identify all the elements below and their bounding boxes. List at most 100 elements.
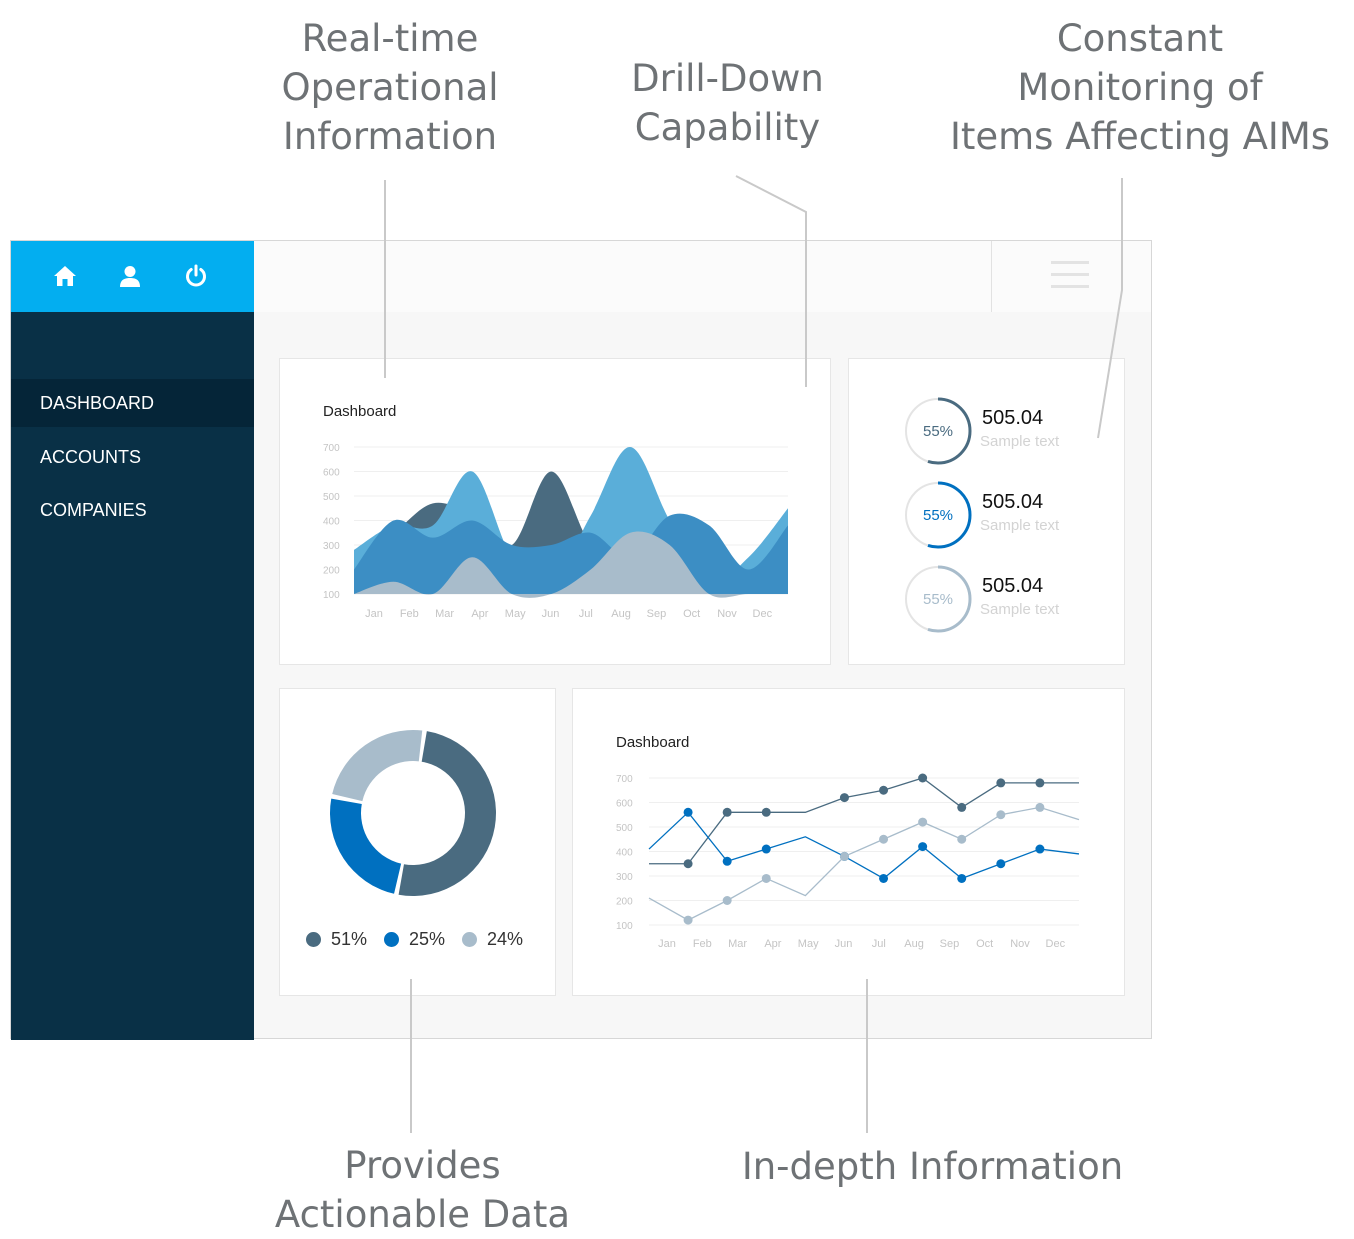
line-chart[interactable]: 700 600 500 400 300 200 100 Jan Feb Mar Apr May Jun J… [573,689,1124,995]
line-series[interactable] [648,811,1080,880]
stat-value: 505.04 [982,407,1044,429]
legend-label: 51% [331,929,368,949]
data-point[interactable] [879,834,889,844]
data-point[interactable] [918,842,928,852]
data-point[interactable] [996,810,1006,820]
data-point[interactable] [761,807,771,817]
legend-dot [306,932,321,947]
x-tick-label: Aug [611,608,631,620]
y-tick-label: 400 [616,848,633,859]
donut-chart-card: 51% 25% 24% [279,688,556,996]
stat-label: Sample text [980,433,1060,450]
data-point[interactable] [683,859,693,869]
y-tick-label: 200 [616,897,633,908]
data-point[interactable] [761,844,771,854]
x-tick-label: Nov [1010,938,1030,950]
data-point[interactable] [918,773,928,783]
sidebar-item-companies[interactable]: COMPANIES [11,486,254,534]
y-tick-label: 700 [616,774,633,785]
y-tick-label: 300 [616,872,633,883]
line-chart-card: Dashboard 700 600 500 400 300 200 100 Jan Feb Mar… [572,688,1125,996]
data-point[interactable] [722,856,732,866]
data-point[interactable] [918,817,928,827]
x-tick-label: Dec [753,608,773,620]
data-point[interactable] [879,873,889,883]
data-point[interactable] [683,807,693,817]
stat-label: Sample text [980,517,1060,534]
x-tick-label: Dec [1046,938,1066,950]
data-point[interactable] [996,859,1006,869]
data-point[interactable] [839,851,849,861]
legend-label: 24% [487,929,524,949]
callout-realtime: Real-time Operational Information [281,17,499,158]
x-tick-label: May [505,608,526,620]
stat-row: 55% 505.04 Sample text [849,395,1124,465]
x-tick-label: Oct [683,608,700,620]
hamburger-menu-icon[interactable] [1051,261,1091,291]
y-tick-label: 100 [323,590,340,601]
data-point[interactable] [879,785,889,795]
data-point[interactable] [996,778,1006,788]
x-tick-label: May [798,938,819,950]
data-point[interactable] [1035,844,1045,854]
x-tick-label: Sep [940,938,960,950]
data-point[interactable] [683,915,693,925]
callout-monitoring: Constant Monitoring of Items Affecting A… [949,17,1331,158]
x-tick-label: Feb [693,938,712,950]
legend-dot [462,932,477,947]
x-tick-label: Jun [835,938,853,950]
sidebar-header [11,241,254,312]
data-point[interactable] [722,807,732,817]
legend-item: 51% [306,929,367,950]
y-tick-label: 200 [323,566,340,577]
sidebar-item-dashboard[interactable]: DASHBOARD [11,379,254,427]
line-series[interactable] [649,777,1079,865]
line-series[interactable] [648,806,1080,921]
donut-chart[interactable] [280,689,555,919]
legend-label: 25% [409,929,446,949]
progress-percent: 55% [923,591,953,608]
donut-slice[interactable] [330,798,402,894]
home-icon[interactable] [51,262,79,290]
data-point[interactable] [957,873,967,883]
data-point[interactable] [1035,778,1045,788]
legend-item: 25% [384,929,445,950]
stats-card: 55% 505.04 Sample text 55% 505.04 Sample text… [848,358,1125,665]
y-tick-label: 300 [323,541,340,552]
x-tick-label: Jul [579,608,593,620]
x-tick-label: Sep [647,608,667,620]
dashboard-app: DASHBOARD ACCOUNTS COMPANIES Dashboard 7… [10,240,1152,1040]
x-tick-label: Apr [764,938,781,950]
power-icon[interactable] [182,262,210,290]
data-point[interactable] [722,896,732,905]
data-point[interactable] [761,873,771,883]
data-point[interactable] [1035,802,1045,812]
stat-row: 55% 505.04 Sample text [849,563,1124,633]
x-tick-label: Apr [471,608,488,620]
topbar-divider [991,241,992,312]
y-tick-label: 400 [323,517,340,528]
data-point[interactable] [957,802,967,812]
stat-value: 505.04 [982,491,1044,513]
area-chart[interactable]: 700 600 500 400 300 200 100 Jan Feb Mar Apr May Jun J… [280,359,830,664]
legend-item: 24% [462,929,523,950]
data-point[interactable] [957,834,967,844]
stat-value: 505.04 [982,575,1044,597]
x-tick-label: Nov [717,608,737,620]
sidebar: DASHBOARD ACCOUNTS COMPANIES [11,312,254,1040]
y-tick-label: 600 [323,468,340,479]
y-tick-label: 700 [323,443,340,454]
stat-label: Sample text [980,601,1060,618]
data-point[interactable] [839,793,849,803]
donut-slice[interactable] [332,730,423,802]
y-tick-label: 100 [616,921,633,932]
stat-row: 55% 505.04 Sample text [849,479,1124,549]
x-tick-label: Jul [872,938,886,950]
sidebar-item-accounts[interactable]: ACCOUNTS [11,433,254,481]
user-icon[interactable] [116,262,144,290]
y-tick-label: 500 [323,492,340,503]
progress-ring: 55% [904,481,972,549]
progress-ring: 55% [904,565,972,633]
progress-percent: 55% [923,423,953,440]
y-tick-label: 500 [616,823,633,834]
